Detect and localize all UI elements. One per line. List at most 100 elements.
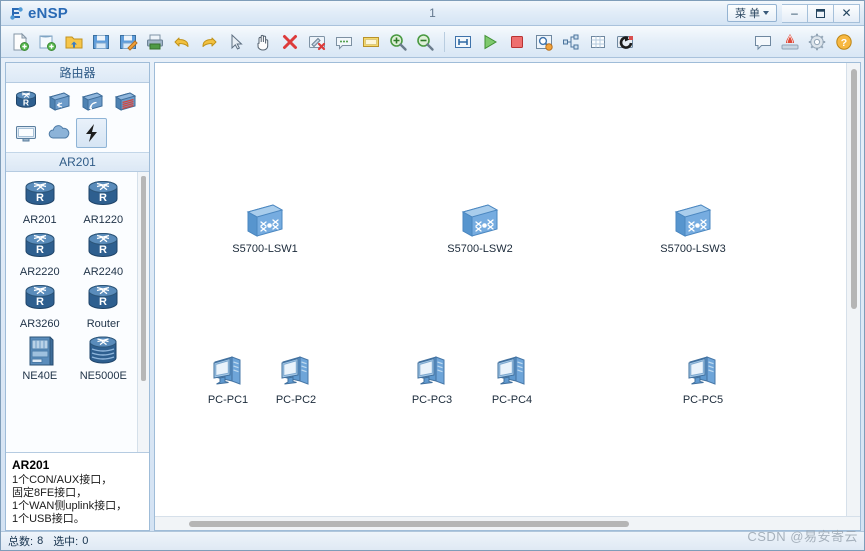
settings-gear-icon[interactable] [804, 30, 829, 54]
close-button[interactable]: ✕ [834, 3, 860, 23]
router-device-icon: R [88, 181, 118, 205]
sidebar-scroll-thumb[interactable] [141, 176, 146, 381]
device-grid: R AR201 R AR1220 R AR2220 R AR2240 R AR3… [6, 172, 137, 452]
menu-button-label: 菜 单 [734, 8, 760, 20]
svg-text:?: ? [840, 37, 846, 49]
sidebar-model-subheader: AR201 [6, 153, 149, 172]
text-box-icon[interactable] [331, 30, 356, 54]
print-icon[interactable] [142, 30, 167, 54]
svg-text:R: R [36, 244, 44, 256]
save-icon[interactable] [88, 30, 113, 54]
pc-icon [213, 356, 241, 385]
device-item-ar2220[interactable]: R AR2220 [8, 230, 72, 278]
zoom-in-icon[interactable] [385, 30, 410, 54]
title-bar-controls: 菜 单 – ✕ [726, 3, 860, 23]
canvas-node-pc-pc2[interactable]: PC-PC2 [253, 351, 339, 406]
toolbar-separator [444, 31, 445, 52]
svg-text:R: R [22, 98, 28, 108]
device-item-ar3260[interactable]: R AR3260 [8, 282, 72, 330]
help-icon[interactable]: ? [831, 30, 856, 54]
device-label: AR201 [22, 214, 57, 226]
packet-capture-icon[interactable] [450, 30, 475, 54]
menu-button[interactable]: 菜 单 [726, 4, 777, 22]
description-line: 1个WAN侧uplink接口， [12, 500, 128, 512]
category-firewall[interactable] [109, 86, 140, 116]
rectangle-shape-icon[interactable] [358, 30, 383, 54]
canvas-node-s5700-lsw1[interactable]: S5700-LSW1 [222, 200, 308, 255]
status-bar: 总数: 8 选中: 0 [1, 531, 864, 550]
delete-icon[interactable] [277, 30, 302, 54]
device-item-ar2240[interactable]: R AR2240 [72, 230, 136, 278]
app-title: eNSP [28, 4, 68, 22]
new-topology-icon[interactable] [34, 30, 59, 54]
canvas-vertical-scrollbar[interactable] [846, 63, 860, 516]
status-total-label: 总数: [8, 536, 34, 548]
device-label: AR2240 [83, 266, 124, 278]
description-line: 1个USB接口。 [12, 513, 85, 525]
save-as-icon[interactable] [115, 30, 140, 54]
clear-config-icon[interactable] [304, 30, 329, 54]
canvas-node-s5700-lsw2[interactable]: S5700-LSW2 [437, 200, 523, 255]
device-description-panel: AR201 1个CON/AUX接口， 固定8FE接口， 1个WAN侧uplink… [6, 452, 149, 530]
select-pointer-icon[interactable] [223, 30, 248, 54]
pan-hand-icon[interactable] [250, 30, 275, 54]
category-terminal[interactable] [10, 118, 41, 148]
svg-text:R: R [36, 192, 44, 204]
device-label: NE40E [22, 370, 58, 382]
maximize-button[interactable] [808, 3, 834, 23]
ensp-logo-icon [7, 4, 25, 22]
topology-canvas[interactable]: S5700-LSW1 S5700-LSW2 S5700-LSW3 PC-PC1 … [155, 63, 846, 516]
canvas-node-s5700-lsw3[interactable]: S5700-LSW3 [650, 200, 736, 255]
node-label: S5700-LSW1 [232, 243, 298, 255]
category-router[interactable]: R [10, 86, 41, 116]
main-toolbar: ? [1, 26, 864, 58]
new-file-icon[interactable] [7, 30, 32, 54]
undo-icon[interactable] [169, 30, 194, 54]
router-device-icon: R [25, 285, 55, 309]
canvas-node-pc-pc4[interactable]: PC-PC4 [469, 351, 555, 406]
topology-tree-icon[interactable] [558, 30, 583, 54]
device-list-area: R AR201 R AR1220 R AR2220 R AR2240 R AR3… [6, 172, 149, 452]
device-item-ne40e[interactable]: NE40E [8, 334, 72, 382]
node-label: PC-PC2 [275, 394, 317, 406]
pc-icon [281, 356, 309, 385]
start-device-icon[interactable] [477, 30, 502, 54]
canvas-vscroll-thumb[interactable] [851, 69, 857, 309]
stop-device-icon[interactable] [504, 30, 529, 54]
grid-icon[interactable] [585, 30, 610, 54]
node-label: PC-PC4 [491, 394, 533, 406]
pc-icon [688, 356, 716, 385]
category-wlan[interactable] [76, 86, 107, 116]
device-item-ne5000e[interactable]: NE5000E [72, 334, 136, 382]
svg-text:R: R [99, 296, 107, 308]
feedback-icon[interactable] [750, 30, 775, 54]
redo-icon[interactable] [196, 30, 221, 54]
status-selected-label: 选中: [53, 536, 79, 548]
device-item-ar201[interactable]: R AR201 [8, 178, 72, 226]
node-label: PC-PC3 [411, 394, 453, 406]
huawei-logo-icon[interactable] [777, 30, 802, 54]
search-device-icon[interactable] [531, 30, 556, 54]
ne5000e-device-icon [89, 336, 117, 364]
canvas-hscroll-thumb[interactable] [189, 521, 629, 527]
zoom-out-icon[interactable] [412, 30, 437, 54]
category-switch[interactable] [43, 86, 74, 116]
node-label: PC-PC1 [207, 394, 249, 406]
open-file-icon[interactable] [61, 30, 86, 54]
restore-view-icon[interactable] [612, 30, 637, 54]
device-item-ar1220[interactable]: R AR1220 [72, 178, 136, 226]
minimize-button[interactable]: – [782, 3, 808, 23]
device-item-router[interactable]: R Router [72, 282, 136, 330]
sidebar-vertical-scrollbar[interactable] [137, 172, 149, 452]
canvas-node-pc-pc3[interactable]: PC-PC3 [389, 351, 475, 406]
svg-text:R: R [99, 244, 107, 256]
category-cloud[interactable] [43, 118, 74, 148]
category-connection[interactable] [76, 118, 107, 148]
switch-icon [461, 204, 499, 237]
device-label: AR1220 [83, 214, 124, 226]
canvas-horizontal-scrollbar[interactable] [155, 516, 860, 530]
device-label: NE5000E [79, 370, 127, 382]
canvas-node-pc-pc5[interactable]: PC-PC5 [660, 351, 746, 406]
status-selected-value: 0 [82, 535, 89, 547]
switch-icon [246, 204, 284, 237]
